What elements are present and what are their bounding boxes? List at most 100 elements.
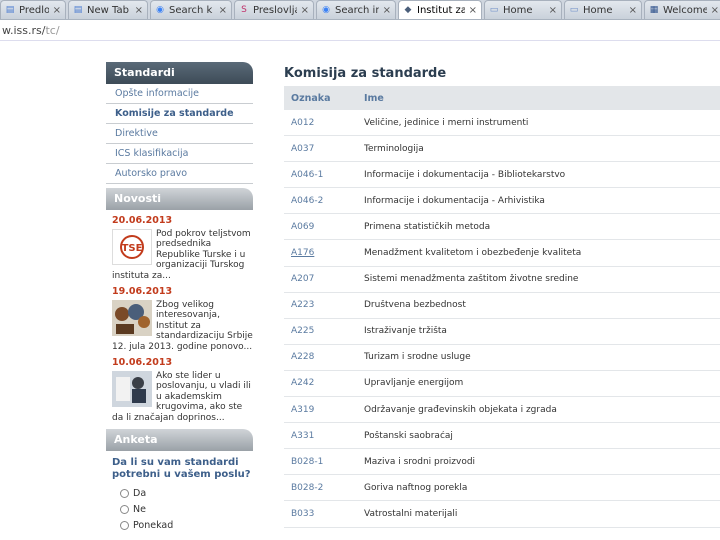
- committee-code[interactable]: A037: [284, 144, 364, 154]
- browser-tab[interactable]: ▦ Welcome ×: [644, 0, 720, 19]
- poll-question: Da li su vam standardi potrebni u vašem …: [112, 457, 251, 480]
- table-row[interactable]: B028-1 Maziva i srodni proizvodi: [284, 449, 720, 476]
- committee-code[interactable]: B028-2: [284, 483, 364, 493]
- poll-option[interactable]: Da: [112, 485, 253, 501]
- page-icon: ▤: [5, 5, 15, 15]
- news-item[interactable]: 10.06.2013 Ako ste lider u poslovanju, u…: [112, 358, 253, 423]
- close-icon[interactable]: ×: [135, 5, 143, 16]
- browser-tab-label: Search in: [335, 4, 379, 16]
- browser-tab[interactable]: ◉ Search in ×: [316, 0, 396, 19]
- table-row[interactable]: A069 Primena statističkih metoda: [284, 214, 720, 241]
- s-icon: S: [241, 5, 247, 15]
- radio-button[interactable]: [120, 488, 129, 498]
- close-icon[interactable]: ×: [711, 5, 719, 16]
- close-icon[interactable]: ×: [549, 5, 557, 16]
- table-row[interactable]: A012 Veličine, jedinice i merni instrumen…: [284, 110, 720, 137]
- committee-code[interactable]: A207: [284, 274, 364, 284]
- news-photo: [112, 299, 152, 336]
- committee-code[interactable]: A069: [284, 222, 364, 232]
- committee-table: A012 Veličine, jedinice i merni instrumen…: [284, 110, 720, 528]
- browser-tab[interactable]: ◉ Search k ×: [150, 0, 232, 19]
- table-row[interactable]: A242 Upravljanje energijom: [284, 371, 720, 398]
- poll-option-label: Ne: [133, 503, 146, 515]
- sidebar-item[interactable]: Autorsko pravo: [106, 164, 253, 184]
- table-row[interactable]: A046-2 Informacije i dokumentacija - Arhi…: [284, 188, 720, 215]
- committee-name: Maziva i srodni proizvodi: [364, 456, 476, 467]
- news-item[interactable]: 19.06.2013 Zbog velikog interesovanja, I…: [112, 287, 253, 352]
- browser-tab[interactable]: ▭ Home ×: [484, 0, 562, 19]
- table-row[interactable]: A225 Istraživanje tržišta: [284, 319, 720, 345]
- news-date: 20.06.2013: [112, 216, 173, 226]
- poll-option[interactable]: Ponekad: [112, 517, 253, 533]
- main-content: Komisija za standarde Oznaka Ime A012 Vel…: [284, 66, 720, 528]
- committee-code[interactable]: A046-1: [284, 170, 364, 180]
- committee-name: Sistemi menadžmenta zaštitom životne sre…: [364, 274, 579, 285]
- committee-code[interactable]: B028-1: [284, 457, 364, 467]
- sidebar: Standardi Opšte informacije Komisije za s…: [106, 62, 253, 533]
- radio-button[interactable]: [120, 520, 129, 530]
- browser-tab[interactable]: ▤ New Tab ×: [68, 0, 148, 19]
- table-row[interactable]: A319 Održavanje građevinskih objekata i z…: [284, 397, 720, 424]
- browser-tab[interactable]: S Preslovljav ×: [234, 0, 314, 19]
- news-photo: [112, 370, 152, 407]
- committee-name: Terminologija: [364, 143, 424, 154]
- table-row[interactable]: A046-1 Informacije i dokumentacija - Bibl…: [284, 162, 720, 189]
- browser-tab-label: Institut za: [417, 4, 465, 16]
- standardi-header: Standardi: [106, 62, 253, 84]
- close-icon[interactable]: ×: [629, 5, 637, 16]
- table-row[interactable]: B033 Vatrostalni materijali: [284, 501, 720, 528]
- anketa-header: Anketa: [106, 429, 253, 451]
- committee-code[interactable]: B033: [284, 509, 364, 519]
- committee-code[interactable]: A331: [284, 431, 364, 441]
- browser-tab[interactable]: ◆ Institut za ×: [398, 0, 482, 19]
- sidebar-item[interactable]: Komisije za standarde: [106, 104, 253, 124]
- committee-name: Menadžment kvalitetom i obezbeđenje kval…: [364, 248, 582, 259]
- radio-button[interactable]: [120, 504, 129, 514]
- committee-name: Poštanski saobraćaj: [364, 430, 453, 441]
- poll-option[interactable]: Ne: [112, 501, 253, 517]
- browser-tab-bar: ▤ Predlozi i × ▤ New Tab × ◉ Search k × S Preslovl…: [0, 0, 720, 20]
- sidebar-item[interactable]: ICS klasifikacija: [106, 144, 253, 164]
- close-icon[interactable]: ×: [53, 5, 61, 16]
- news-item[interactable]: 20.06.2013 TSE Pod pokrov teljstvom pred…: [112, 216, 253, 281]
- address-bar[interactable]: w.iss.rs/tc/: [0, 21, 720, 41]
- table-row[interactable]: B028-2 Goriva naftnog porekla: [284, 475, 720, 502]
- close-icon[interactable]: ×: [383, 5, 391, 16]
- table-row[interactable]: A223 Društvena bezbednost: [284, 293, 720, 319]
- committee-code[interactable]: A012: [284, 118, 364, 128]
- novosti-header: Novosti: [106, 188, 253, 210]
- browser-tab[interactable]: ▭ Home ×: [564, 0, 642, 19]
- committee-code[interactable]: A223: [284, 300, 364, 310]
- table-row[interactable]: A207 Sistemi menadžmenta zaštitom životne…: [284, 267, 720, 293]
- welcome-icon: ▦: [649, 5, 659, 15]
- address-host: w.iss.rs/: [2, 24, 46, 37]
- table-row[interactable]: A331 Poštanski saobraćaj: [284, 423, 720, 450]
- search-icon: ◉: [322, 5, 330, 15]
- committee-code[interactable]: A176: [284, 248, 364, 258]
- close-icon[interactable]: ×: [469, 5, 477, 16]
- committee-code[interactable]: A242: [284, 378, 364, 388]
- committee-code[interactable]: A225: [284, 326, 364, 336]
- close-icon[interactable]: ×: [219, 5, 227, 16]
- sidebar-item[interactable]: Direktive: [106, 124, 253, 144]
- committee-code[interactable]: A228: [284, 352, 364, 362]
- standardi-menu: Opšte informacije Komisije za standarde Di…: [106, 84, 253, 184]
- committee-name: Istraživanje tržišta: [364, 326, 447, 337]
- column-header-code: Oznaka: [291, 92, 331, 104]
- committee-name: Informacije i dokumentacija - Biblioteka…: [364, 169, 566, 180]
- table-row[interactable]: A228 Turizam i srodne usluge: [284, 345, 720, 371]
- browser-tab-label: Preslovljav: [253, 4, 297, 16]
- sidebar-item[interactable]: Opšte informacije: [106, 84, 253, 104]
- committee-name: Vatrostalni materijali: [364, 508, 458, 519]
- address-path: tc/: [45, 24, 60, 37]
- committee-code[interactable]: A319: [284, 405, 364, 415]
- browser-tab-label: Home: [503, 4, 533, 16]
- committee-code[interactable]: A046-2: [284, 196, 364, 206]
- browser-tab[interactable]: ▤ Predlozi i ×: [0, 0, 66, 19]
- poll-option-label: Ponekad: [133, 519, 174, 531]
- close-icon[interactable]: ×: [301, 5, 309, 16]
- table-row[interactable]: A037 Terminologija: [284, 136, 720, 163]
- committee-name: Upravljanje energijom: [364, 378, 464, 389]
- table-row[interactable]: A176 Menadžment kvalitetom i obezbeđenje …: [284, 240, 720, 267]
- committee-name: Goriva naftnog porekla: [364, 482, 468, 493]
